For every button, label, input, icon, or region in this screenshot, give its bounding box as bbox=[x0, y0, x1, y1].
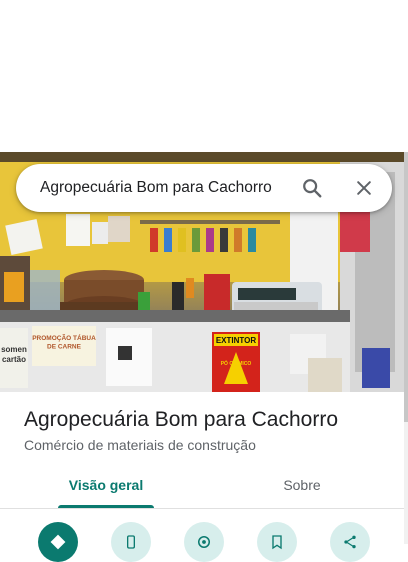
place-category: Comércio de materiais de construção bbox=[24, 437, 256, 453]
tab-about[interactable]: Sobre bbox=[240, 468, 364, 508]
place-tabs: Visão geral Sobre bbox=[0, 468, 404, 509]
place-title: Agropecuária Bom para Cachorro bbox=[24, 408, 338, 431]
scrollbar-thumb[interactable] bbox=[404, 152, 408, 422]
nearby-button[interactable] bbox=[184, 522, 224, 562]
tab-overview-label: Visão geral bbox=[68, 477, 144, 493]
location-icon bbox=[198, 536, 210, 548]
search-icon bbox=[303, 179, 322, 198]
search-bar[interactable]: Agropecuária Bom para Cachorro bbox=[16, 164, 392, 212]
phone-icon bbox=[127, 535, 135, 549]
search-button[interactable] bbox=[292, 168, 332, 208]
clear-search-button[interactable] bbox=[344, 168, 384, 208]
tab-overview[interactable]: Visão geral bbox=[44, 468, 168, 508]
share-button[interactable] bbox=[330, 522, 370, 562]
scrollbar[interactable] bbox=[404, 152, 408, 544]
cartao-sign-text: somen cartão bbox=[1, 345, 27, 364]
call-button[interactable] bbox=[111, 522, 151, 562]
directions-icon bbox=[50, 534, 66, 550]
save-button[interactable] bbox=[257, 522, 297, 562]
action-buttons bbox=[0, 522, 404, 562]
tab-about-label: Sobre bbox=[283, 477, 321, 493]
close-icon bbox=[357, 181, 371, 195]
search-query[interactable]: Agropecuária Bom para Cachorro bbox=[40, 179, 292, 197]
share-icon bbox=[344, 535, 356, 549]
save-icon bbox=[272, 535, 282, 550]
extintor-subtext: PÓ QUÍMICO bbox=[221, 359, 252, 367]
extintor-sign-text: EXTINTOR bbox=[216, 336, 257, 345]
directions-button[interactable] bbox=[38, 522, 78, 562]
active-tab-indicator bbox=[58, 505, 154, 508]
